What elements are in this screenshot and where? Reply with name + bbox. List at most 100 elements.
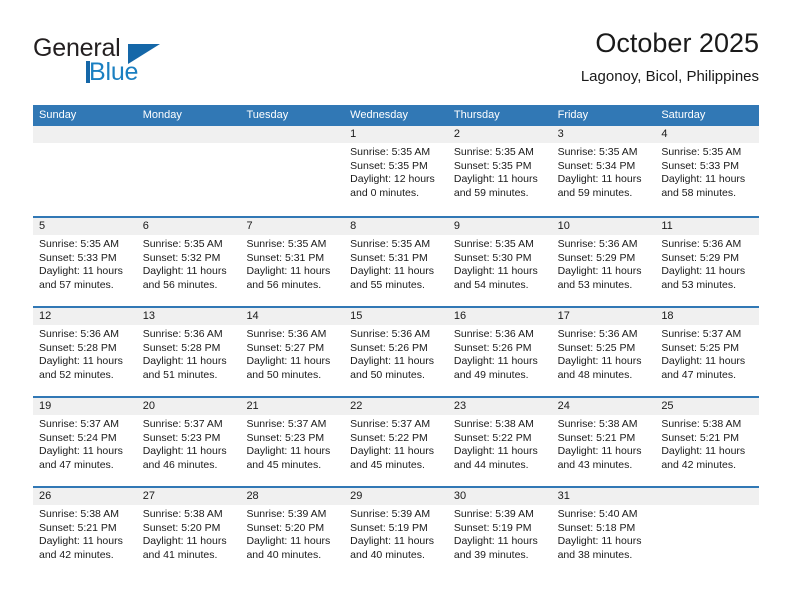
calendar-day-details: Sunrise: 5:36 AM Sunset: 5:29 PM Daylight:… — [552, 235, 656, 292]
weekday-sunday: Sunday — [39, 109, 77, 121]
calendar-day-cell[interactable]: 30 Sunrise: 5:39 AM Sunset: 5:19 PM Dayligh… — [447, 488, 552, 576]
sunset-text: Sunset: 5:21 PM — [661, 431, 739, 444]
calendar-day-details: Sunrise: 5:38 AM Sunset: 5:21 PM Daylight:… — [655, 415, 759, 472]
daylight-text: Daylight: 11 hours and 53 minutes. — [661, 265, 746, 291]
sunset-text: Sunset: 5:18 PM — [557, 521, 636, 534]
calendar-day-cell[interactable]: 19 Sunrise: 5:37 AM Sunset: 5:24 PM Dayligh… — [33, 398, 137, 486]
calendar-day-cell[interactable]: 24 Sunrise: 5:38 AM Sunset: 5:21 PM Dayligh… — [551, 398, 656, 486]
calendar-day-cell[interactable]: 18 Sunrise: 5:37 AM Sunset: 5:25 PM Dayligh… — [655, 308, 760, 396]
calendar-day-cell[interactable]: 6 Sunrise: 5:35 AM Sunset: 5:32 PM Daylight… — [136, 218, 241, 306]
sunrise-text: Sunrise: 5:35 AM — [557, 146, 638, 158]
sunset-text: Sunset: 5:28 PM — [142, 341, 221, 354]
sunset-text: Sunset: 5:21 PM — [557, 431, 636, 444]
calendar-day-cell[interactable]: 12 Sunrise: 5:36 AM Sunset: 5:28 PM Dayligh… — [33, 308, 137, 396]
calendar-day-cell[interactable]: 13 Sunrise: 5:36 AM Sunset: 5:28 PM Dayligh… — [136, 308, 241, 396]
sunrise-text: Sunrise: 5:35 AM — [453, 146, 534, 158]
calendar-day-details: Sunrise: 5:38 AM Sunset: 5:21 PM Daylight:… — [33, 505, 137, 562]
calendar-day-cell[interactable]: 9 Sunrise: 5:35 AM Sunset: 5:30 PM Daylight… — [447, 218, 552, 306]
daylight-text: Daylight: 11 hours and 40 minutes. — [350, 535, 435, 561]
sunrise-text: Sunrise: 5:40 AM — [557, 508, 638, 520]
calendar-day-number: 3 — [551, 126, 656, 143]
calendar-day-number: 24 — [551, 398, 656, 415]
calendar-week-row: 1 Sunrise: 5:35 AM Sunset: 5:35 PM Daylight… — [33, 126, 760, 216]
calendar-day-number: 26 — [33, 488, 137, 505]
calendar-day-cell[interactable]: 14 Sunrise: 5:36 AM Sunset: 5:27 PM Dayligh… — [240, 308, 345, 396]
sunset-text: Sunset: 5:30 PM — [453, 251, 532, 264]
calendar-day-cell[interactable]: 1 Sunrise: 5:35 AM Sunset: 5:35 PM Daylight… — [344, 126, 448, 216]
page-subtitle: Lagonoy, Bicol, Philippines — [580, 68, 759, 85]
calendar-day-cell[interactable]: 15 Sunrise: 5:36 AM Sunset: 5:26 PM Dayligh… — [344, 308, 448, 396]
sunset-text: Sunset: 5:19 PM — [350, 521, 428, 534]
sunset-text: Sunset: 5:25 PM — [661, 341, 739, 354]
calendar-day-cell[interactable]: 10 Sunrise: 5:36 AM Sunset: 5:29 PM Dayligh… — [551, 218, 656, 306]
calendar-day-cell-empty — [33, 126, 137, 216]
calendar-day-cell[interactable]: 17 Sunrise: 5:36 AM Sunset: 5:25 PM Dayligh… — [551, 308, 656, 396]
sunrise-text: Sunrise: 5:36 AM — [350, 328, 431, 340]
calendar-day-cell[interactable]: 20 Sunrise: 5:37 AM Sunset: 5:23 PM Dayligh… — [136, 398, 241, 486]
sunrise-text: Sunrise: 5:35 AM — [661, 146, 742, 158]
calendar-day-cell[interactable]: 23 Sunrise: 5:38 AM Sunset: 5:22 PM Dayligh… — [447, 398, 552, 486]
calendar-day-number: 1 — [344, 126, 448, 143]
calendar-day-cell[interactable]: 7 Sunrise: 5:35 AM Sunset: 5:31 PM Daylight… — [240, 218, 345, 306]
calendar-day-cell[interactable]: 2 Sunrise: 5:35 AM Sunset: 5:35 PM Daylight… — [447, 126, 552, 216]
sunset-text: Sunset: 5:29 PM — [557, 251, 636, 264]
sunrise-text: Sunrise: 5:36 AM — [557, 328, 638, 340]
calendar-day-cell[interactable]: 28 Sunrise: 5:39 AM Sunset: 5:20 PM Dayligh… — [240, 488, 345, 576]
calendar-day-number: 2 — [447, 126, 552, 143]
sunrise-text: Sunrise: 5:38 AM — [142, 508, 223, 520]
calendar-day-details: Sunrise: 5:40 AM Sunset: 5:18 PM Daylight:… — [552, 505, 656, 562]
calendar-day-number: 14 — [240, 308, 345, 325]
sunset-text: Sunset: 5:32 PM — [142, 251, 221, 264]
calendar-day-number: 8 — [344, 218, 448, 235]
daylight-text: Daylight: 11 hours and 50 minutes. — [350, 355, 435, 381]
sunrise-text: Sunrise: 5:35 AM — [142, 238, 223, 250]
weekday-monday: Monday — [142, 109, 182, 121]
daylight-text: Daylight: 11 hours and 43 minutes. — [557, 445, 642, 471]
calendar-day-cell[interactable]: 11 Sunrise: 5:36 AM Sunset: 5:29 PM Dayligh… — [655, 218, 760, 306]
calendar-day-details: Sunrise: 5:38 AM Sunset: 5:22 PM Daylight:… — [448, 415, 552, 472]
daylight-text: Daylight: 11 hours and 53 minutes. — [557, 265, 642, 291]
daylight-text: Daylight: 11 hours and 39 minutes. — [453, 535, 538, 561]
calendar-day-cell[interactable]: 3 Sunrise: 5:35 AM Sunset: 5:34 PM Daylight… — [551, 126, 656, 216]
sunrise-text: Sunrise: 5:35 AM — [39, 238, 119, 250]
calendar-day-cell[interactable]: 21 Sunrise: 5:37 AM Sunset: 5:23 PM Dayligh… — [240, 398, 345, 486]
calendar-day-number: 20 — [136, 398, 241, 415]
daylight-text: Daylight: 11 hours and 59 minutes. — [557, 173, 642, 199]
daylight-text: Daylight: 11 hours and 58 minutes. — [661, 173, 746, 199]
sunrise-text: Sunrise: 5:35 AM — [350, 146, 431, 158]
calendar-day-cell[interactable]: 16 Sunrise: 5:36 AM Sunset: 5:26 PM Dayligh… — [447, 308, 552, 396]
daylight-text: Daylight: 11 hours and 55 minutes. — [350, 265, 435, 291]
calendar-day-cell[interactable]: 22 Sunrise: 5:37 AM Sunset: 5:22 PM Dayligh… — [344, 398, 448, 486]
calendar-day-number: 10 — [551, 218, 656, 235]
calendar-day-cell[interactable]: 27 Sunrise: 5:38 AM Sunset: 5:20 PM Dayligh… — [136, 488, 241, 576]
calendar-day-details: Sunrise: 5:36 AM Sunset: 5:26 PM Daylight:… — [448, 325, 552, 382]
daylight-text: Daylight: 11 hours and 56 minutes. — [142, 265, 227, 291]
calendar-weeks: 1 Sunrise: 5:35 AM Sunset: 5:35 PM Daylight… — [33, 126, 760, 576]
calendar-day-number: 11 — [655, 218, 760, 235]
sunrise-text: Sunrise: 5:39 AM — [246, 508, 327, 520]
sunset-text: Sunset: 5:24 PM — [39, 431, 117, 444]
sunrise-text: Sunrise: 5:37 AM — [661, 328, 742, 340]
calendar-day-cell[interactable]: 4 Sunrise: 5:35 AM Sunset: 5:33 PM Daylight… — [655, 126, 760, 216]
calendar-day-cell[interactable]: 8 Sunrise: 5:35 AM Sunset: 5:31 PM Daylight… — [344, 218, 448, 306]
calendar-day-details: Sunrise: 5:35 AM Sunset: 5:33 PM Daylight:… — [655, 143, 759, 200]
calendar-day-cell[interactable]: 31 Sunrise: 5:40 AM Sunset: 5:18 PM Dayligh… — [551, 488, 656, 576]
brand-logo[interactable]: General Blue — [33, 34, 213, 92]
daylight-text: Daylight: 11 hours and 57 minutes. — [39, 265, 123, 291]
sunset-text: Sunset: 5:33 PM — [661, 159, 739, 172]
calendar-week-row: 12 Sunrise: 5:36 AM Sunset: 5:28 PM Dayligh… — [33, 306, 760, 396]
calendar-day-number: 27 — [136, 488, 241, 505]
sunset-text: Sunset: 5:23 PM — [246, 431, 325, 444]
daylight-text: Daylight: 11 hours and 40 minutes. — [246, 535, 331, 561]
daylight-text: Daylight: 11 hours and 42 minutes. — [661, 445, 746, 471]
sunrise-text: Sunrise: 5:36 AM — [142, 328, 223, 340]
calendar-day-cell[interactable]: 5 Sunrise: 5:35 AM Sunset: 5:33 PM Daylight… — [33, 218, 137, 306]
calendar-day-cell[interactable]: 29 Sunrise: 5:39 AM Sunset: 5:19 PM Dayligh… — [344, 488, 448, 576]
calendar-day-details: Sunrise: 5:35 AM Sunset: 5:33 PM Daylight:… — [33, 235, 137, 292]
calendar-day-number: 6 — [136, 218, 241, 235]
calendar-day-cell[interactable]: 25 Sunrise: 5:38 AM Sunset: 5:21 PM Dayligh… — [655, 398, 760, 486]
sunset-text: Sunset: 5:31 PM — [246, 251, 325, 264]
sunset-text: Sunset: 5:21 PM — [39, 521, 117, 534]
calendar-day-cell[interactable]: 26 Sunrise: 5:38 AM Sunset: 5:21 PM Dayligh… — [33, 488, 137, 576]
sunset-text: Sunset: 5:19 PM — [453, 521, 532, 534]
